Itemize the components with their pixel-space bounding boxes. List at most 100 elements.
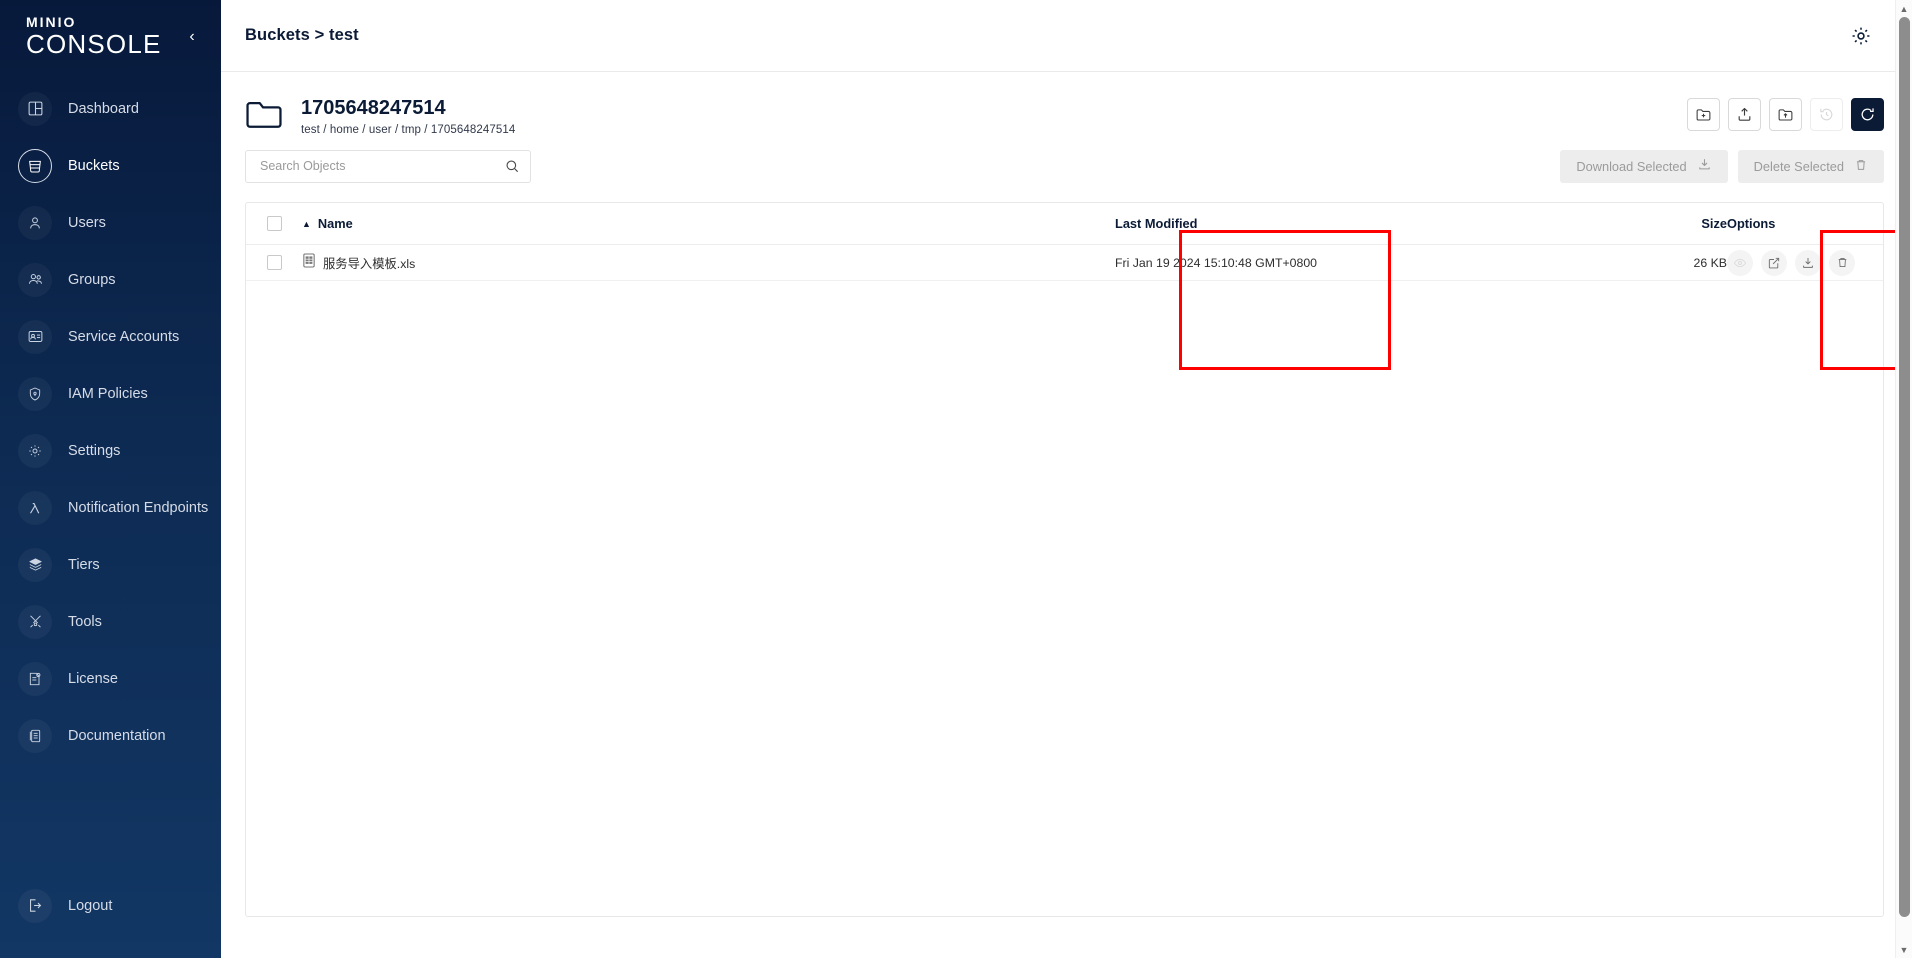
sidebar-item-tiers[interactable]: Tiers xyxy=(0,536,221,593)
download-selected-label: Download Selected xyxy=(1576,158,1687,174)
column-header-size[interactable]: Size xyxy=(1655,215,1727,233)
scrollbar-up-arrow[interactable]: ▲ xyxy=(1896,0,1912,17)
version-history-button xyxy=(1810,98,1843,131)
book-icon xyxy=(18,718,52,753)
select-all-cell xyxy=(246,216,302,231)
column-header-label: Last Modified xyxy=(1115,215,1198,231)
xls-file-icon xyxy=(302,253,316,273)
row-checkbox[interactable] xyxy=(266,255,282,270)
table-header-row: ▲ Name Last Modified Size Options xyxy=(246,203,1883,245)
bucket-icon xyxy=(18,148,52,183)
settings-gear-icon[interactable] xyxy=(1848,23,1874,49)
license-icon xyxy=(18,661,52,696)
sidebar: MINIO CONSOLE ‹ Dashboard Buckets Users … xyxy=(0,0,221,958)
sidebar-item-label: Notification Endpoints xyxy=(68,499,209,516)
sidebar-item-label: Settings xyxy=(68,442,121,459)
sidebar-item-label: Tiers xyxy=(68,556,100,573)
shield-icon xyxy=(18,376,52,411)
share-object-button[interactable] xyxy=(1761,249,1787,276)
delete-object-button[interactable] xyxy=(1829,249,1855,276)
sidebar-item-label: Groups xyxy=(68,271,116,288)
search-and-bulk-actions: Download Selected Delete Selected xyxy=(245,144,1884,188)
column-header-label: Name xyxy=(317,216,353,231)
search-objects-box[interactable] xyxy=(245,149,531,183)
search-input[interactable] xyxy=(258,158,504,174)
user-icon xyxy=(18,205,52,240)
refresh-button[interactable] xyxy=(1851,98,1884,131)
sidebar-item-label: Logout xyxy=(68,897,113,914)
sidebar-item-documentation[interactable]: Documentation xyxy=(0,707,221,764)
row-last-modified-cell: Fri Jan 19 2024 15:10:48 GMT+0800 xyxy=(1115,254,1655,272)
row-name-cell: 服务导入模板.xls xyxy=(302,253,1115,273)
sidebar-item-label: Buckets xyxy=(68,157,120,174)
breadcrumb[interactable]: Buckets > test xyxy=(245,26,359,45)
sidebar-item-license[interactable]: License xyxy=(0,650,221,707)
preview-object-button xyxy=(1727,249,1753,276)
scrollbar-down-arrow[interactable]: ▼ xyxy=(1896,941,1912,958)
sidebar-item-label: Dashboard xyxy=(68,100,139,117)
object-title-group: 1705648247514 test / home / user / tmp /… xyxy=(301,96,515,136)
row-size-cell: 26 KB xyxy=(1655,254,1728,272)
delete-selected-button[interactable]: Delete Selected xyxy=(1737,149,1884,183)
column-header-last-modified[interactable]: Last Modified xyxy=(1115,215,1655,233)
download-selected-button[interactable]: Download Selected xyxy=(1560,149,1728,183)
sidebar-nav: Dashboard Buckets Users Groups Service A… xyxy=(0,80,221,764)
sidebar-item-tools[interactable]: Tools xyxy=(0,593,221,650)
sidebar-item-label: Service Accounts xyxy=(68,328,180,345)
column-header-name[interactable]: ▲ Name xyxy=(302,216,1115,231)
object-name: 服务导入模板.xls xyxy=(323,256,416,271)
sidebar-item-settings[interactable]: Settings xyxy=(0,422,221,479)
topbar: Buckets > test xyxy=(221,0,1912,72)
sidebar-item-notification-endpoints[interactable]: Notification Endpoints xyxy=(0,479,221,536)
download-icon xyxy=(1697,157,1712,175)
object-last-modified: Fri Jan 19 2024 15:10:48 GMT+0800 xyxy=(1115,255,1318,270)
sidebar-item-groups[interactable]: Groups xyxy=(0,251,221,308)
row-options-cell xyxy=(1727,249,1877,276)
service-account-icon xyxy=(18,319,52,354)
sidebar-item-label: License xyxy=(68,670,118,687)
sidebar-item-label: Users xyxy=(68,214,106,231)
objects-table: ▲ Name Last Modified Size Options 服务导入模板… xyxy=(245,202,1884,917)
sidebar-item-logout[interactable]: Logout xyxy=(0,877,221,934)
sidebar-item-buckets[interactable]: Buckets xyxy=(0,137,221,194)
folder-icon xyxy=(245,98,283,135)
sort-ascending-icon: ▲ xyxy=(302,218,311,229)
sidebar-item-label: IAM Policies xyxy=(68,385,148,402)
download-object-button[interactable] xyxy=(1795,249,1821,276)
search-icon[interactable] xyxy=(504,158,520,174)
page-scrollbar[interactable]: ▲ ▼ xyxy=(1895,0,1912,958)
dashboard-icon xyxy=(18,91,52,126)
sidebar-item-users[interactable]: Users xyxy=(0,194,221,251)
object-path-breadcrumb: test / home / user / tmp / 1705648247514 xyxy=(301,124,516,136)
sidebar-item-service-accounts[interactable]: Service Accounts xyxy=(0,308,221,365)
page-title: 1705648247514 xyxy=(301,97,446,119)
column-header-label: Options xyxy=(1727,216,1776,231)
main-content: Buckets > test 1705648247514 test / home… xyxy=(221,0,1912,958)
delete-selected-label: Delete Selected xyxy=(1753,158,1844,174)
gear-icon xyxy=(18,433,52,468)
brand-logo: MINIO CONSOLE ‹ xyxy=(0,0,221,72)
scrollbar-thumb[interactable] xyxy=(1899,17,1910,917)
groups-icon xyxy=(18,262,52,297)
sidebar-item-dashboard[interactable]: Dashboard xyxy=(0,80,221,137)
object-browser-header: 1705648247514 test / home / user / tmp /… xyxy=(245,72,1884,136)
minio-console-app: MINIO CONSOLE ‹ Dashboard Buckets Users … xyxy=(0,0,1912,958)
upload-folder-button[interactable] xyxy=(1769,98,1802,131)
tools-icon xyxy=(18,604,52,639)
lambda-icon xyxy=(18,490,52,525)
object-browser: 1705648247514 test / home / user / tmp /… xyxy=(221,72,1912,917)
object-size: 26 KB xyxy=(1693,255,1728,270)
column-header-options: Options xyxy=(1727,216,1877,231)
row-select-cell xyxy=(246,255,302,270)
select-all-checkbox[interactable] xyxy=(266,216,282,231)
layers-icon xyxy=(18,547,52,582)
trash-icon xyxy=(1854,158,1868,175)
sidebar-item-iam-policies[interactable]: IAM Policies xyxy=(0,365,221,422)
table-row[interactable]: 服务导入模板.xls Fri Jan 19 2024 15:10:48 GMT+… xyxy=(246,245,1883,281)
object-actions-toolbar xyxy=(1687,98,1884,131)
upload-file-button[interactable] xyxy=(1728,98,1761,131)
logout-icon xyxy=(18,888,52,923)
sidebar-item-label: Tools xyxy=(68,613,102,630)
create-new-path-button[interactable] xyxy=(1687,98,1720,131)
sidebar-collapse-icon[interactable]: ‹ xyxy=(183,28,201,46)
